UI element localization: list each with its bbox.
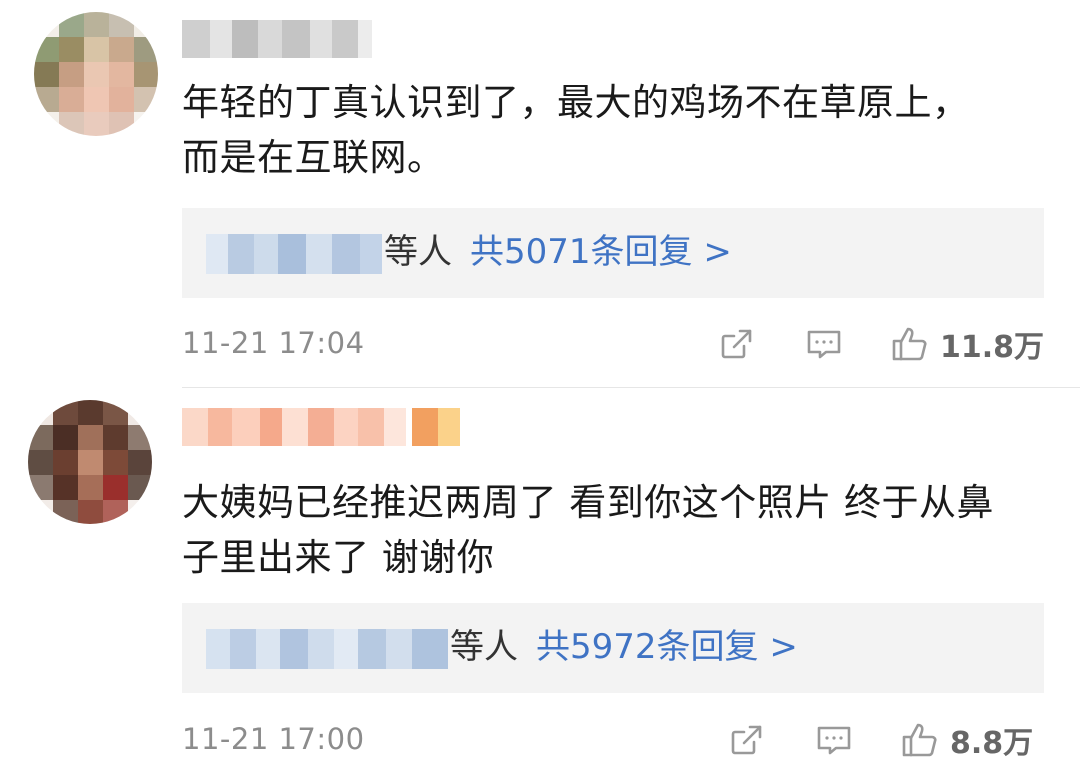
comment-button[interactable] — [804, 322, 844, 366]
avatar[interactable] — [28, 400, 152, 524]
comment-icon — [817, 726, 851, 755]
reply-names-blurred — [206, 234, 382, 274]
view-replies-link[interactable]: 共5071条回复 > — [470, 232, 732, 272]
comment-text: 大姨妈已经推迟两周了 看到你这个照片 终于从鼻 子里出来了 谢谢你 — [182, 481, 995, 579]
like-button[interactable]: 11.8万 — [890, 322, 1044, 366]
replies-box[interactable]: 等人 共5071条回复 > — [182, 208, 1044, 298]
view-replies-link[interactable]: 共5972条回复 > — [536, 627, 798, 667]
timestamp: 11-21 17:04 — [182, 326, 365, 360]
share-icon — [721, 329, 752, 359]
share-button[interactable] — [716, 322, 756, 366]
comment-item: 大姨妈已经推迟两周了 看到你这个照片 终于从鼻 子里出来了 谢谢你 等人 共597… — [0, 388, 1080, 766]
comment-meta: 11-21 17:00 8.8万 — [182, 718, 1044, 762]
username-blurred[interactable] — [182, 408, 460, 446]
comment-text: 年轻的丁真认识到了，最大的鸡场不在草原上， 而是在互联网。 — [182, 81, 970, 179]
thumbs-up-icon — [902, 723, 937, 757]
thumbs-up-icon — [892, 327, 927, 361]
replies-suffix: 等人 — [450, 627, 518, 667]
reply-names-blurred — [206, 629, 448, 669]
replies-suffix: 等人 — [384, 232, 452, 272]
replies-box[interactable]: 等人 共5972条回复 > — [182, 603, 1044, 693]
comment-button[interactable] — [814, 718, 854, 762]
like-count: 11.8万 — [939, 330, 1045, 365]
like-count: 8.8万 — [950, 726, 1034, 761]
comment-icon — [807, 330, 841, 359]
comment-meta: 11-21 17:04 11.8万 — [182, 322, 1044, 366]
share-icon — [731, 725, 762, 755]
timestamp: 11-21 17:00 — [182, 722, 365, 756]
share-button[interactable] — [726, 718, 766, 762]
avatar[interactable] — [34, 12, 158, 136]
like-button[interactable]: 8.8万 — [900, 718, 1033, 762]
comment-item: 年轻的丁真认识到了，最大的鸡场不在草原上， 而是在互联网。 等人 共5071条回复… — [0, 0, 1080, 388]
username-blurred[interactable] — [182, 20, 372, 58]
